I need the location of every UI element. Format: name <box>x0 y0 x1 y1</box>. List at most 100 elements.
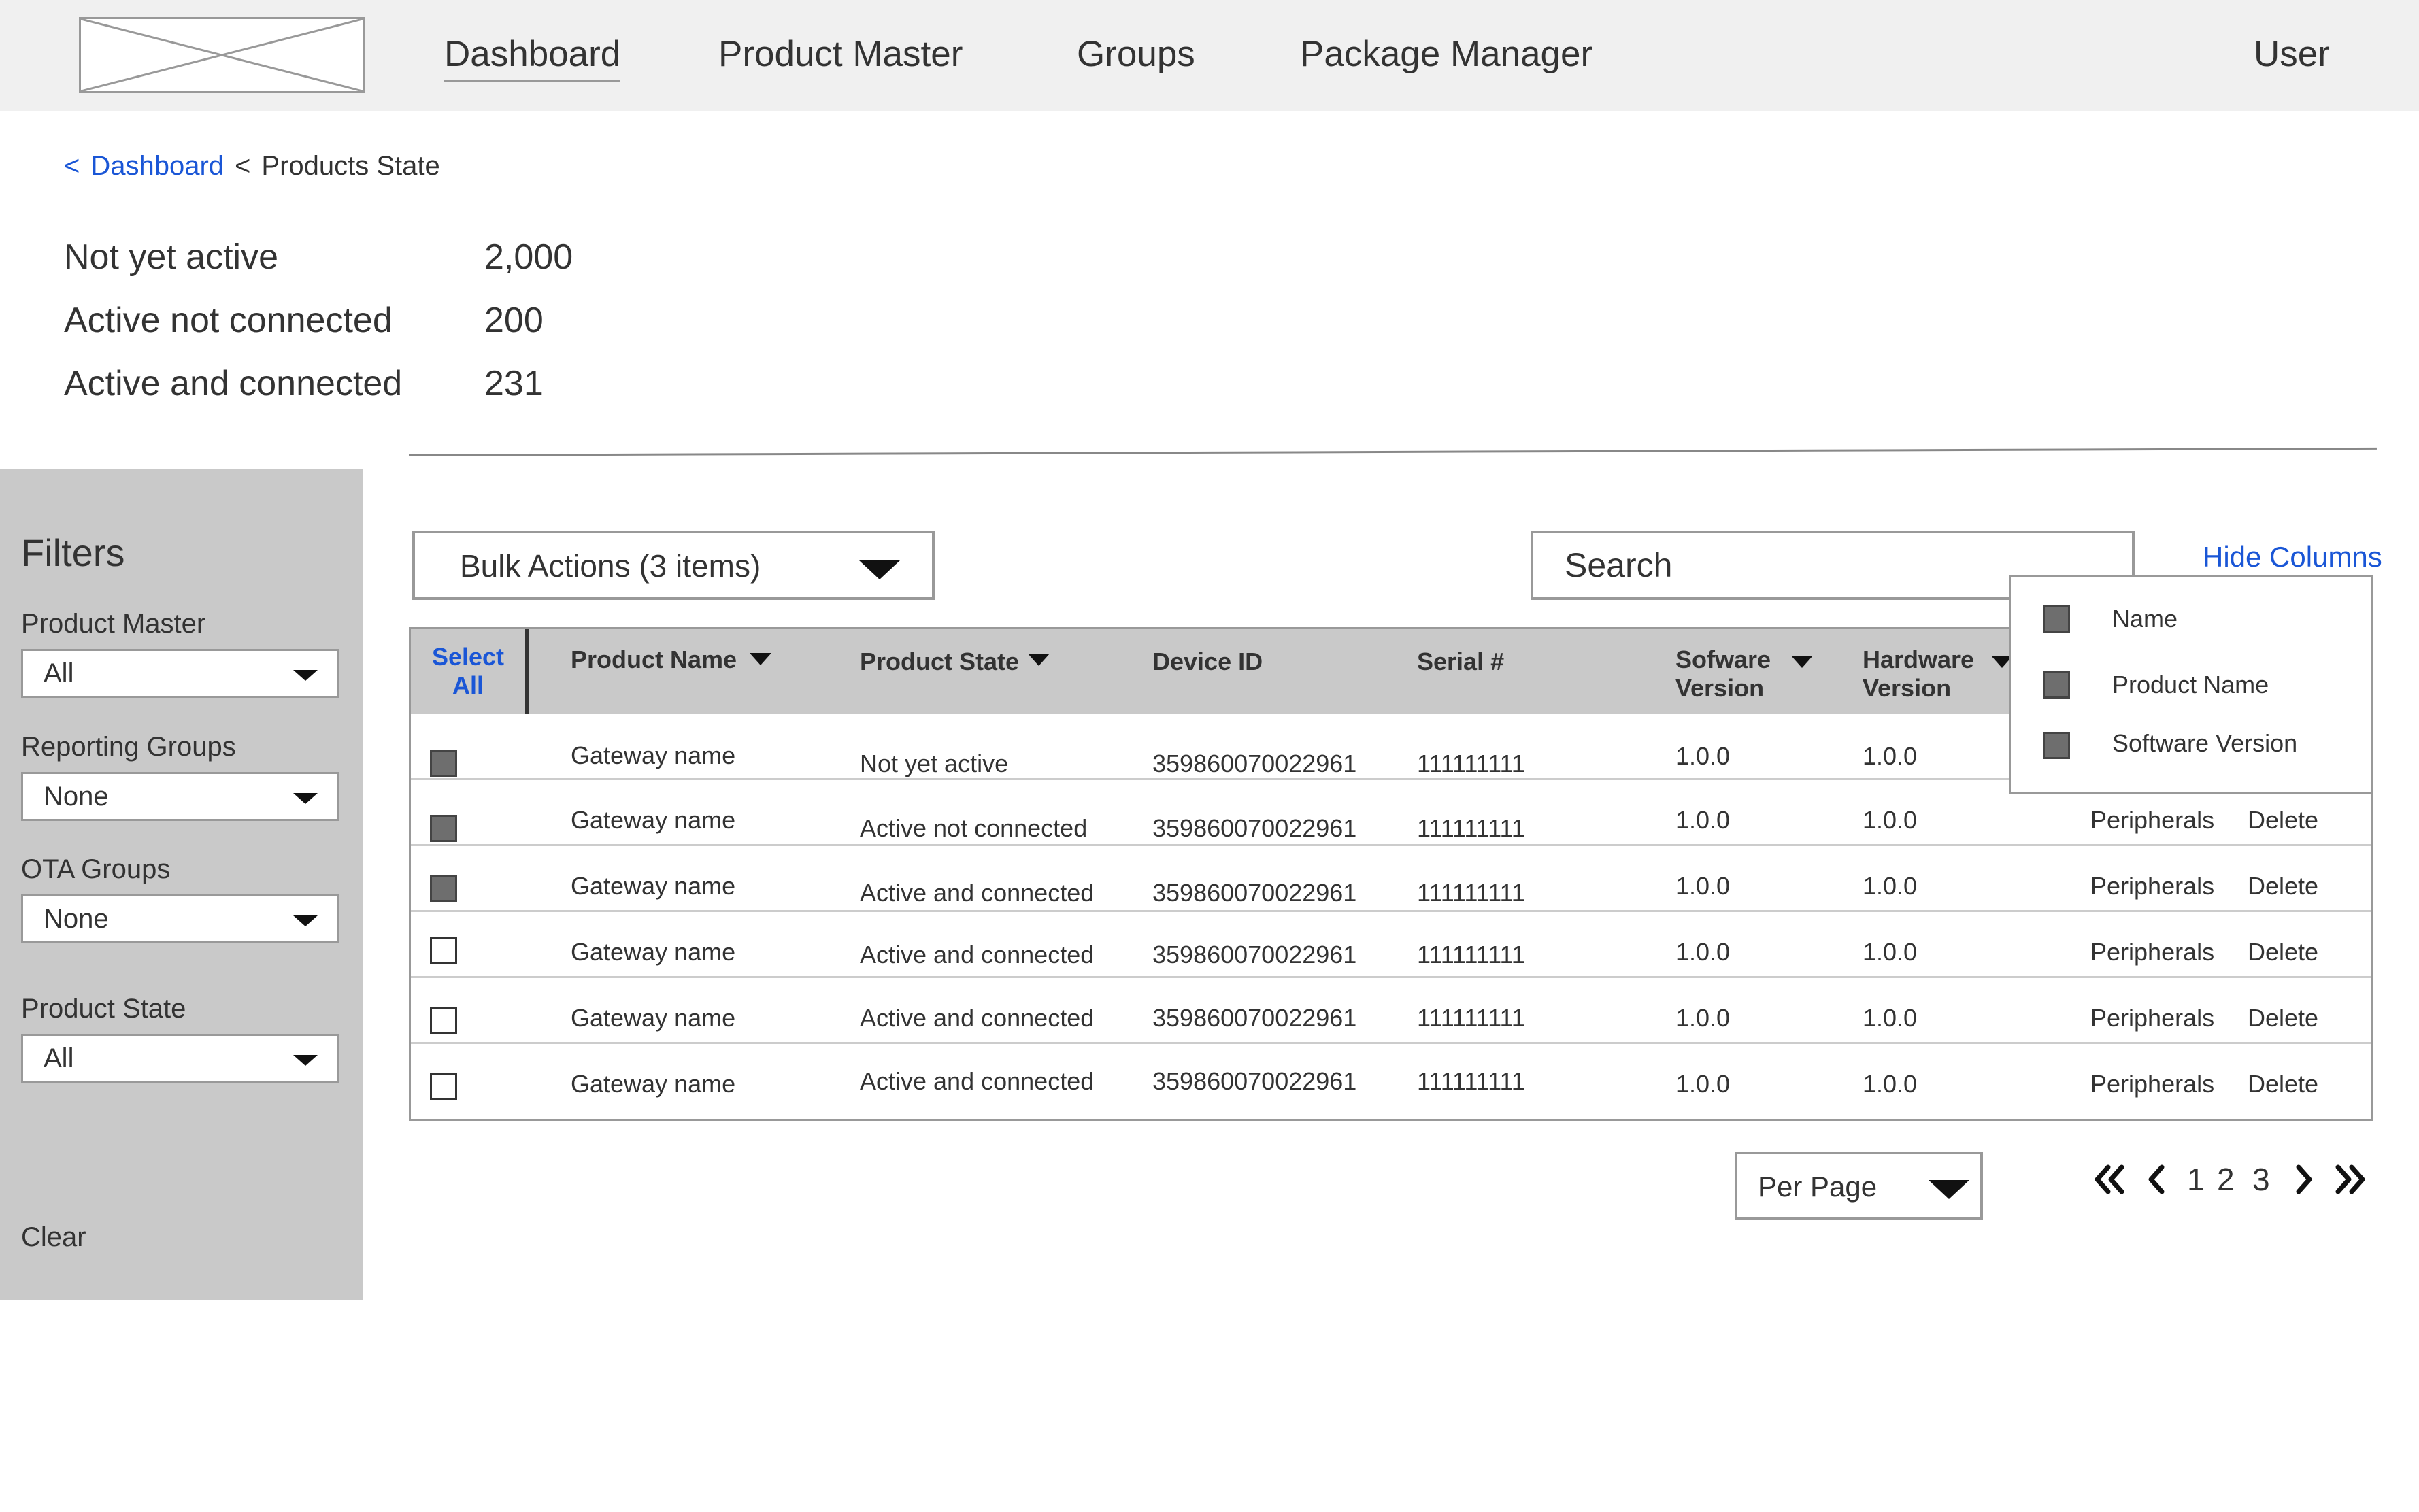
column-header-product-name[interactable]: Product Name <box>571 645 737 674</box>
filter-select-product-state[interactable]: All <box>21 1034 339 1083</box>
stat-value-active-and-connected: 231 <box>484 364 544 403</box>
sort-caret-icon[interactable] <box>1028 654 1050 666</box>
page-number[interactable]: 3 <box>2252 1160 2270 1198</box>
nav-user-menu[interactable]: User <box>2254 31 2330 78</box>
bulk-actions-dropdown[interactable]: Bulk Actions (3 items) <box>412 531 935 600</box>
hide-columns-menu: Name Product Name Software Version <box>2009 575 2373 794</box>
column-header-product-state[interactable]: Product State <box>860 648 1019 676</box>
select-all-button[interactable]: Select All <box>411 629 529 714</box>
product-name-link[interactable]: Gateway name <box>571 871 735 901</box>
column-toggle-checkbox[interactable] <box>2043 732 2070 759</box>
prev-page-icon[interactable] <box>2143 1160 2170 1198</box>
chevron-down-icon <box>293 793 318 804</box>
product-name-link[interactable]: Gateway name <box>571 805 735 835</box>
page-number[interactable]: 1 <box>2187 1160 2205 1198</box>
nav-groups[interactable]: Groups <box>1077 31 1195 78</box>
hardware-version-cell: 1.0.0 <box>1863 1004 1918 1032</box>
filter-label-product-master: Product Master <box>21 609 206 639</box>
table-row: Gateway name Active and connected 359860… <box>411 1044 2371 1119</box>
hardware-version-cell: 1.0.0 <box>1863 742 1918 770</box>
filter-value: All <box>44 1043 74 1073</box>
delete-link[interactable]: Delete <box>2248 1003 2318 1033</box>
product-name-link[interactable]: Gateway name <box>571 937 735 967</box>
row-checkbox[interactable] <box>430 1073 457 1100</box>
serial-cell: 111111111 <box>1417 941 1525 969</box>
sort-caret-icon[interactable] <box>750 653 771 665</box>
hardware-version-cell: 1.0.0 <box>1863 938 1918 966</box>
per-page-select[interactable]: Per Page <box>1735 1152 1983 1220</box>
row-checkbox[interactable] <box>430 875 457 902</box>
serial-cell: 111111111 <box>1417 1004 1525 1032</box>
product-name-link[interactable]: Gateway name <box>571 741 735 771</box>
product-name-link[interactable]: Gateway name <box>571 1003 735 1033</box>
chevron-down-icon <box>859 560 900 579</box>
per-page-label: Per Page <box>1758 1171 1878 1203</box>
column-toggle-checkbox[interactable] <box>2043 605 2070 633</box>
column-toggle-label: Name <box>2112 605 2178 633</box>
hide-columns-link[interactable]: Hide Columns <box>2203 539 2382 575</box>
row-checkbox[interactable] <box>430 1007 457 1034</box>
device-id-cell: 359860070022961 <box>1152 879 1357 907</box>
column-header-device-id[interactable]: Device ID <box>1152 648 1263 676</box>
hardware-version-cell: 1.0.0 <box>1863 1070 1918 1098</box>
filters-title: Filters <box>21 531 125 574</box>
hardware-version-cell: 1.0.0 <box>1863 806 1918 834</box>
header-label-line: Sofware <box>1675 645 1771 673</box>
hardware-version-cell: 1.0.0 <box>1863 872 1918 900</box>
column-toggle-label: Product Name <box>2112 671 2269 699</box>
product-name-link[interactable]: Gateway name <box>571 1069 735 1099</box>
header-label-line: Hardware <box>1863 645 1975 673</box>
software-version-cell: 1.0.0 <box>1675 742 1731 770</box>
row-checkbox[interactable] <box>430 815 457 842</box>
product-state-cell: Not yet active <box>860 750 1009 777</box>
row-checkbox[interactable] <box>430 937 457 964</box>
software-version-cell: 1.0.0 <box>1675 1070 1731 1098</box>
filter-select-product-master[interactable]: All <box>21 649 339 698</box>
page-number[interactable]: 2 <box>2217 1160 2235 1198</box>
next-page-icon[interactable] <box>2290 1160 2318 1198</box>
peripherals-link[interactable]: Peripherals <box>2090 1003 2214 1033</box>
top-nav: Dashboard Product Master Groups Package … <box>0 0 2419 111</box>
row-checkbox[interactable] <box>430 750 457 777</box>
peripherals-link[interactable]: Peripherals <box>2090 871 2214 901</box>
filters-panel: Filters Product Master All Reporting Gro… <box>0 469 363 1300</box>
filter-value: None <box>44 904 109 934</box>
clear-filters-button[interactable]: Clear <box>21 1220 86 1254</box>
logo-placeholder[interactable] <box>79 17 365 93</box>
delete-link[interactable]: Delete <box>2248 1069 2318 1099</box>
sort-caret-icon[interactable] <box>1791 656 1813 668</box>
last-page-icon[interactable] <box>2331 1160 2369 1198</box>
nav-dashboard[interactable]: Dashboard <box>444 31 621 82</box>
divider <box>408 447 2377 456</box>
column-toggle-checkbox[interactable] <box>2043 671 2070 699</box>
column-header-software-version[interactable]: Sofware Version <box>1675 645 1771 703</box>
peripherals-link[interactable]: Peripherals <box>2090 1069 2214 1099</box>
peripherals-link[interactable]: Peripherals <box>2090 937 2214 967</box>
delete-link[interactable]: Delete <box>2248 805 2318 835</box>
header-label-line: Version <box>1863 674 1952 702</box>
first-page-icon[interactable] <box>2090 1160 2129 1198</box>
column-header-serial[interactable]: Serial # <box>1417 648 1504 676</box>
select-all-label: All <box>452 671 484 699</box>
serial-cell: 111111111 <box>1417 879 1525 907</box>
breadcrumb-current: Products State <box>261 151 440 181</box>
peripherals-link[interactable]: Peripherals <box>2090 805 2214 835</box>
column-header-hardware-version[interactable]: Hardware Version <box>1863 645 1974 703</box>
chevron-down-icon <box>293 1055 318 1066</box>
filter-select-ota-groups[interactable]: None <box>21 894 339 943</box>
filter-select-reporting-groups[interactable]: None <box>21 772 339 821</box>
device-id-cell: 359860070022961 <box>1152 1004 1357 1032</box>
delete-link[interactable]: Delete <box>2248 937 2318 967</box>
product-state-cell: Active and connected <box>860 941 1095 969</box>
breadcrumb-dashboard-link[interactable]: Dashboard <box>90 151 224 181</box>
stat-label-active-and-connected: Active and connected <box>64 364 403 403</box>
delete-link[interactable]: Delete <box>2248 871 2318 901</box>
device-id-cell: 359860070022961 <box>1152 941 1357 969</box>
nav-product-master[interactable]: Product Master <box>718 31 963 78</box>
breadcrumb-separator: < <box>235 151 251 181</box>
nav-package-manager[interactable]: Package Manager <box>1300 31 1592 78</box>
product-state-cell: Active and connected <box>860 1067 1095 1095</box>
table-row: Gateway name Active and connected 359860… <box>411 846 2371 912</box>
product-state-cell: Active not connected <box>860 814 1088 842</box>
stat-value-active-not-connected: 200 <box>484 301 544 340</box>
